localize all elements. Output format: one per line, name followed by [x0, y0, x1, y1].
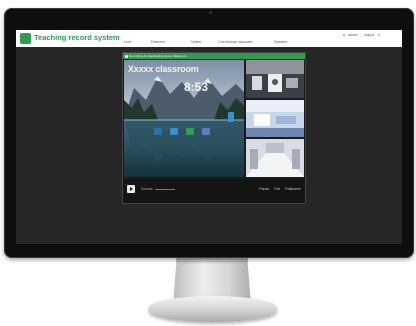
user-name[interactable]: admin [348, 33, 358, 37]
player-controls: Volume Pause Full Fullscreen [123, 179, 305, 203]
stand-shadow [176, 258, 248, 264]
volume-label: Volume [141, 187, 153, 191]
user-icon: ● [342, 33, 346, 37]
nav-curriculum-account[interactable]: Curriculum account [218, 38, 274, 46]
volume-control[interactable]: Volume [141, 187, 175, 191]
recording-status-icon [125, 54, 128, 58]
camera-view-2[interactable] [246, 99, 304, 138]
lab-camera-image [246, 99, 304, 138]
room-label: Xxxxx classroom [128, 64, 199, 74]
camera-view-1[interactable] [246, 60, 304, 98]
video-player: Recording & broadcasting demo classroom [122, 52, 306, 204]
hallway-camera-image [246, 139, 304, 178]
screen-clock: 8:53 [184, 80, 209, 94]
classroom-camera-image [246, 60, 304, 98]
fullscreen-button[interactable]: Fullscreen [285, 187, 301, 191]
nav-director[interactable]: Director [151, 38, 191, 46]
player-status-text: Recording & broadcasting demo classroom [129, 54, 187, 58]
app-title: Teaching record system [34, 33, 120, 42]
main-camera-view[interactable]: Xxxxx classroom 8:53 [124, 60, 244, 177]
nav-live[interactable]: Live [124, 38, 151, 46]
pause-button[interactable]: Pause [259, 187, 269, 191]
user-separator: | [360, 33, 362, 37]
app-header: Teaching record system Live Director Vid… [16, 30, 402, 47]
side-camera-list [246, 60, 304, 178]
webcam-dot [209, 11, 212, 14]
monitor-photo: Teaching record system Live Director Vid… [0, 0, 416, 326]
monitor-stand-base [149, 296, 277, 322]
user-area: ● admin | logout ↺ [343, 33, 380, 37]
full-button[interactable]: Full [274, 187, 280, 191]
logout-link[interactable]: logout [365, 33, 375, 37]
nav-system[interactable]: System [274, 38, 304, 46]
player-right-controls: Pause Full Fullscreen [259, 187, 301, 191]
nav-video[interactable]: Video [191, 38, 218, 46]
volume-slider[interactable] [154, 188, 175, 190]
app-logo-icon[interactable] [20, 33, 31, 44]
logout-icon[interactable]: ↺ [377, 33, 380, 37]
camera-view-3[interactable] [246, 139, 304, 178]
app-screen: Teaching record system Live Director Vid… [16, 30, 402, 244]
lake-scenery-image [124, 60, 244, 177]
player-status-bar: Recording & broadcasting demo classroom [123, 53, 305, 59]
main-nav: Live Director Video Curriculum account S… [124, 38, 304, 46]
monitor-stand-neck [173, 258, 251, 300]
play-button[interactable] [127, 185, 135, 193]
